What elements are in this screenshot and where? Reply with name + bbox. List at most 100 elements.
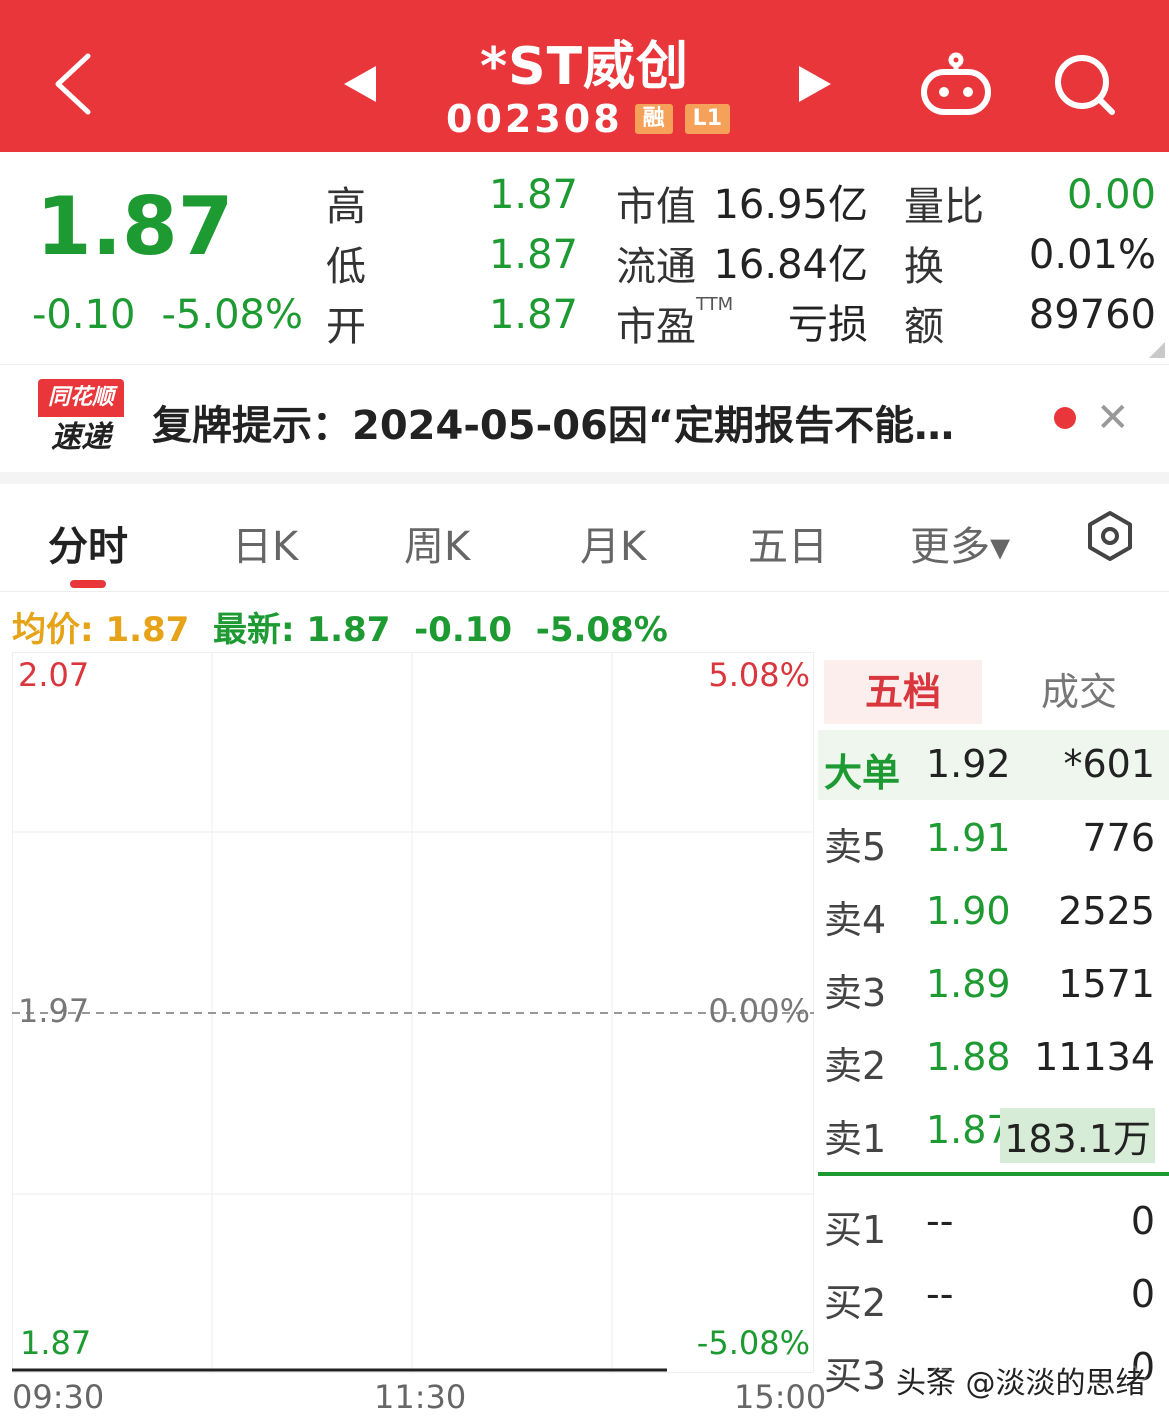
x-label-close: 15:00 (734, 1378, 827, 1416)
pe-ttm-sup: TTM (696, 294, 734, 315)
volume-ratio-label: 量比 (904, 184, 984, 230)
open-label: 开 (326, 304, 366, 350)
y-label-bottom: 1.87 (20, 1324, 92, 1362)
ask-volume: 11134 (1034, 1035, 1155, 1079)
latest-price-value: 1.87 (306, 610, 391, 650)
market-cap-value: 16.95亿 (713, 182, 868, 228)
pe-label: 市盈TTM (616, 294, 733, 352)
tab-five-levels[interactable]: 五档 (824, 660, 982, 724)
news-headline[interactable]: 复牌提示：2024-05-06因“定期报告不能… (152, 393, 954, 451)
ask-price: 1.88 (926, 1035, 1011, 1079)
tab-trades[interactable]: 成交 (994, 660, 1164, 724)
order-book: 五档 成交 大单 1.92 *601 卖5 1.91 776 卖4 1.90 2… (818, 652, 1169, 1419)
ask-row-5[interactable]: 卖5 1.91 776 (818, 804, 1169, 874)
tab-five-day[interactable]: 五日 (748, 514, 828, 572)
bid-volume: 0 (1130, 1199, 1155, 1243)
ask-price: 1.91 (926, 816, 1011, 860)
bid-ask-divider (818, 1172, 1169, 1176)
ask-price: 1.87 (926, 1108, 1011, 1152)
settings-hexagon-icon (1088, 511, 1132, 561)
y-label-mid: 1.97 (18, 992, 90, 1030)
ask-label: 卖2 (824, 1044, 887, 1088)
bid-label: 买3 (824, 1354, 887, 1398)
bid-row-1[interactable]: 买1 -- 0 (818, 1187, 1169, 1257)
bid-volume: 0 (1130, 1272, 1155, 1316)
float-cap-label: 流通 (616, 244, 696, 290)
y-pct-bottom: -5.08% (696, 1324, 810, 1362)
ask-label: 卖4 (824, 898, 887, 942)
big-order-row[interactable]: 大单 1.92 *601 (818, 730, 1169, 800)
low-value: 1.87 (488, 232, 578, 278)
y-pct-mid: 0.00% (708, 992, 810, 1030)
ask-row-3[interactable]: 卖3 1.89 1571 (818, 950, 1169, 1020)
y-pct-top: 5.08% (708, 656, 810, 694)
intraday-chart[interactable]: 2.07 1.97 1.87 5.08% 0.00% -5.08% (12, 652, 814, 1374)
level1-badge: L1 (684, 104, 730, 134)
ask-volume: 1571 (1058, 962, 1155, 1006)
tab-intraday[interactable]: 分时 (48, 514, 128, 572)
unread-dot-icon (1054, 407, 1076, 429)
search-button[interactable] (1052, 52, 1118, 122)
bid-row-2[interactable]: 买2 -- 0 (818, 1260, 1169, 1330)
assistant-button[interactable] (918, 52, 994, 120)
ask-label: 卖3 (824, 971, 887, 1015)
triangle-right-icon (799, 66, 831, 102)
float-cap-value: 16.84亿 (713, 242, 868, 288)
avg-price-label: 均价: (12, 610, 94, 650)
amount-label: 额 (904, 304, 944, 350)
ask-price: 1.89 (926, 962, 1011, 1006)
change-percent: -5.08% (161, 292, 304, 338)
ask-volume: 776 (1082, 816, 1155, 860)
pe-label-text: 市盈 (616, 304, 696, 350)
watermark-text: 头条 @淡淡的思绪 (896, 1366, 1146, 1401)
ask-row-4[interactable]: 卖4 1.90 2525 (818, 877, 1169, 947)
big-order-label: 大单 (824, 751, 901, 795)
chart-settings-button[interactable] (1084, 510, 1136, 566)
stock-code-row: 002308 融 L1 (446, 96, 730, 142)
expand-corner-icon[interactable] (1149, 342, 1165, 358)
stock-code: 002308 (446, 97, 623, 141)
ask-label: 卖1 (824, 1117, 887, 1161)
big-order-volume: *601 (1063, 742, 1155, 786)
volume-ratio-value: 0.00 (1066, 172, 1156, 218)
ask-row-2[interactable]: 卖2 1.88 11134 (818, 1023, 1169, 1093)
high-value: 1.87 (488, 172, 578, 218)
close-icon[interactable]: ✕ (1096, 395, 1130, 441)
margin-badge: 融 (634, 104, 673, 134)
ask-row-1[interactable]: 卖1 1.87 183.1万 (818, 1096, 1169, 1166)
avg-price-value: 1.87 (105, 610, 190, 650)
active-tab-indicator (70, 580, 106, 588)
turnover-value: 0.01% (1028, 232, 1156, 278)
chart-frame (12, 652, 814, 1373)
chart-info-line: 均价: 1.87 最新: 1.87 -0.10 -5.08% (12, 602, 668, 651)
market-cap-label: 市值 (616, 184, 696, 230)
amount-value: 89760 (1028, 292, 1156, 338)
robot-icon (921, 52, 991, 115)
ask-volume: 2525 (1058, 889, 1155, 933)
ask-volume-highlighted: 183.1万 (1000, 1108, 1155, 1163)
ask-price: 1.90 (926, 889, 1011, 933)
tab-daily-k[interactable]: 日K (232, 514, 298, 572)
price-change: -0.10 -5.08% (32, 292, 303, 338)
news-banner[interactable]: 同花顺 速递 复牌提示：2024-05-06因“定期报告不能… ✕ (0, 364, 1169, 472)
next-stock-button[interactable] (795, 62, 835, 110)
section-divider (0, 472, 1169, 484)
y-label-top: 2.07 (18, 656, 90, 694)
open-value: 1.87 (488, 292, 578, 338)
news-logo: 同花顺 速递 (38, 379, 124, 459)
news-logo-top: 同花顺 (38, 379, 124, 417)
tab-monthly-k[interactable]: 月K (580, 514, 646, 572)
latest-price-label: 最新: (213, 610, 295, 650)
order-book-tabs: 五档 成交 (824, 660, 1164, 728)
latest-percent: -5.08% (535, 610, 668, 650)
ask-label: 卖5 (824, 825, 887, 869)
tab-weekly-k[interactable]: 周K (404, 514, 470, 572)
bid-label: 买1 (824, 1208, 887, 1252)
turnover-label: 换 (904, 244, 944, 290)
x-label-open: 09:30 (12, 1378, 105, 1416)
low-label: 低 (326, 244, 366, 290)
quote-panel: 1.87 -0.10 -5.08% 高 1.87 低 1.87 开 1.87 市… (0, 152, 1169, 364)
current-price: 1.87 (36, 180, 234, 273)
latest-change: -0.10 (414, 610, 513, 650)
tab-more[interactable]: 更多▾ (910, 514, 1010, 572)
